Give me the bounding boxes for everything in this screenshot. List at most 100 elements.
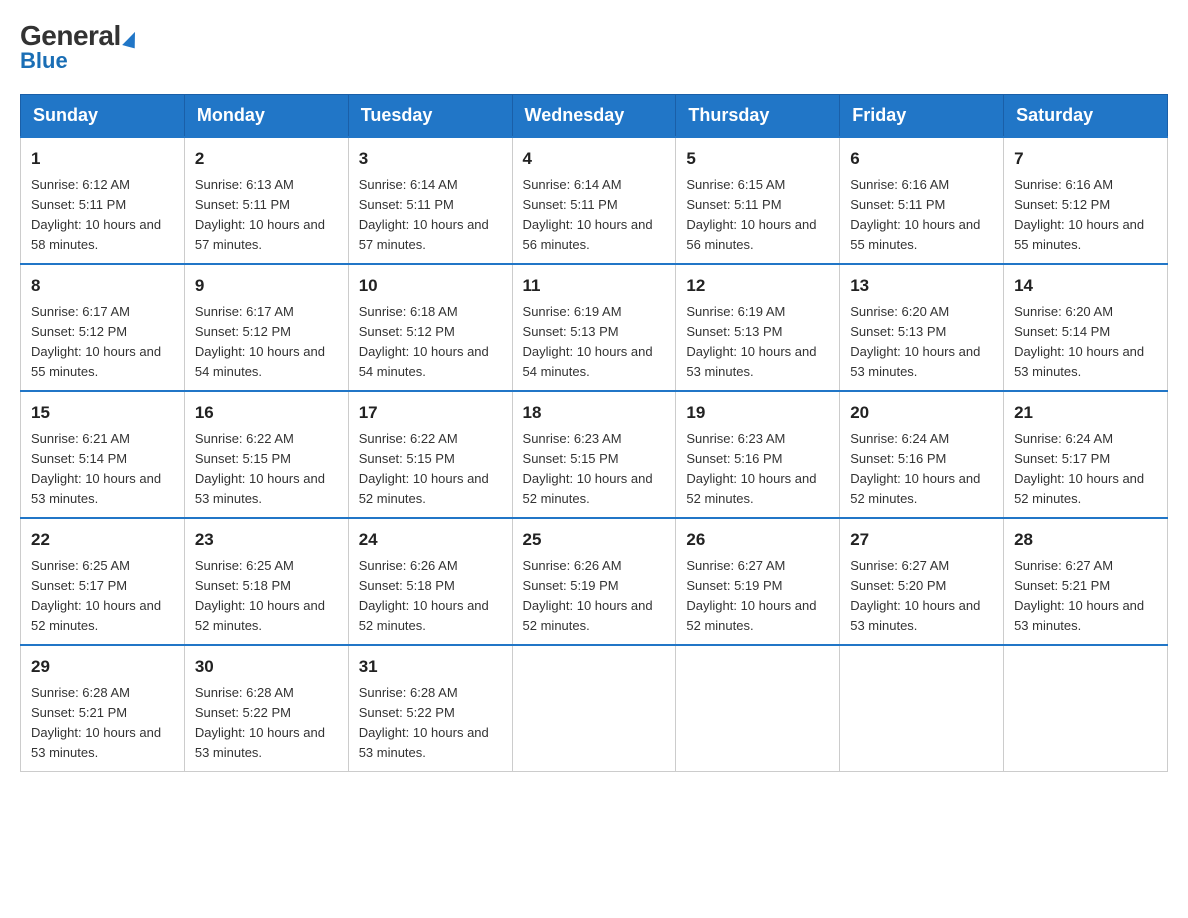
calendar-header-row: SundayMondayTuesdayWednesdayThursdayFrid… xyxy=(21,95,1168,138)
day-header-tuesday: Tuesday xyxy=(348,95,512,138)
calendar-cell: 12 Sunrise: 6:19 AMSunset: 5:13 PMDayligh… xyxy=(676,264,840,391)
day-info: Sunrise: 6:16 AMSunset: 5:12 PMDaylight:… xyxy=(1014,175,1157,256)
day-number: 16 xyxy=(195,400,338,426)
day-info: Sunrise: 6:25 AMSunset: 5:18 PMDaylight:… xyxy=(195,556,338,637)
day-info: Sunrise: 6:27 AMSunset: 5:20 PMDaylight:… xyxy=(850,556,993,637)
calendar-cell: 24Sunrise: 6:26 AMSunset: 5:18 PMDayligh… xyxy=(348,518,512,645)
day-info: Sunrise: 6:20 AMSunset: 5:13 PMDaylight:… xyxy=(850,302,993,383)
calendar-cell: 25 Sunrise: 6:26 AMSunset: 5:19 PMDayligh… xyxy=(512,518,676,645)
day-info: Sunrise: 6:15 AMSunset: 5:11 PMDaylight:… xyxy=(686,175,829,256)
day-number: 24 xyxy=(359,527,502,553)
day-number: 9 xyxy=(195,273,338,299)
calendar-cell: 6 Sunrise: 6:16 AMSunset: 5:11 PMDaylight… xyxy=(840,137,1004,264)
logo-icon xyxy=(122,29,139,48)
day-info: Sunrise: 6:23 AMSunset: 5:15 PMDaylight:… xyxy=(523,429,666,510)
day-number: 7 xyxy=(1014,146,1157,172)
calendar-cell: 13Sunrise: 6:20 AMSunset: 5:13 PMDayligh… xyxy=(840,264,1004,391)
day-info: Sunrise: 6:25 AMSunset: 5:17 PMDaylight:… xyxy=(31,556,174,637)
day-info: Sunrise: 6:16 AMSunset: 5:11 PMDaylight:… xyxy=(850,175,993,256)
calendar-cell: 31Sunrise: 6:28 AMSunset: 5:22 PMDayligh… xyxy=(348,645,512,772)
day-number: 20 xyxy=(850,400,993,426)
calendar-cell: 20 Sunrise: 6:24 AMSunset: 5:16 PMDayligh… xyxy=(840,391,1004,518)
day-info: Sunrise: 6:12 AMSunset: 5:11 PMDaylight:… xyxy=(31,175,174,256)
week-row-3: 15 Sunrise: 6:21 AMSunset: 5:14 PMDayligh… xyxy=(21,391,1168,518)
day-info: Sunrise: 6:20 AMSunset: 5:14 PMDaylight:… xyxy=(1014,302,1157,383)
day-number: 18 xyxy=(523,400,666,426)
calendar-cell: 7 Sunrise: 6:16 AMSunset: 5:12 PMDaylight… xyxy=(1004,137,1168,264)
calendar-cell: 28Sunrise: 6:27 AMSunset: 5:21 PMDayligh… xyxy=(1004,518,1168,645)
logo: General Blue xyxy=(20,20,137,74)
day-info: Sunrise: 6:14 AMSunset: 5:11 PMDaylight:… xyxy=(359,175,502,256)
week-row-1: 1 Sunrise: 6:12 AMSunset: 5:11 PMDaylight… xyxy=(21,137,1168,264)
day-number: 21 xyxy=(1014,400,1157,426)
day-number: 10 xyxy=(359,273,502,299)
day-number: 25 xyxy=(523,527,666,553)
calendar-cell: 19Sunrise: 6:23 AMSunset: 5:16 PMDayligh… xyxy=(676,391,840,518)
day-info: Sunrise: 6:22 AMSunset: 5:15 PMDaylight:… xyxy=(359,429,502,510)
logo-general: General xyxy=(20,20,121,51)
day-number: 17 xyxy=(359,400,502,426)
day-number: 6 xyxy=(850,146,993,172)
day-number: 4 xyxy=(523,146,666,172)
calendar-cell: 27 Sunrise: 6:27 AMSunset: 5:20 PMDayligh… xyxy=(840,518,1004,645)
week-row-2: 8 Sunrise: 6:17 AMSunset: 5:12 PMDaylight… xyxy=(21,264,1168,391)
week-row-4: 22 Sunrise: 6:25 AMSunset: 5:17 PMDayligh… xyxy=(21,518,1168,645)
day-info: Sunrise: 6:19 AMSunset: 5:13 PMDaylight:… xyxy=(523,302,666,383)
calendar-cell: 15 Sunrise: 6:21 AMSunset: 5:14 PMDayligh… xyxy=(21,391,185,518)
day-info: Sunrise: 6:17 AMSunset: 5:12 PMDaylight:… xyxy=(31,302,174,383)
day-number: 30 xyxy=(195,654,338,680)
day-info: Sunrise: 6:28 AMSunset: 5:22 PMDaylight:… xyxy=(195,683,338,764)
day-header-sunday: Sunday xyxy=(21,95,185,138)
day-number: 26 xyxy=(686,527,829,553)
day-info: Sunrise: 6:14 AMSunset: 5:11 PMDaylight:… xyxy=(523,175,666,256)
day-info: Sunrise: 6:27 AMSunset: 5:21 PMDaylight:… xyxy=(1014,556,1157,637)
day-info: Sunrise: 6:24 AMSunset: 5:16 PMDaylight:… xyxy=(850,429,993,510)
day-number: 2 xyxy=(195,146,338,172)
calendar-cell: 23 Sunrise: 6:25 AMSunset: 5:18 PMDayligh… xyxy=(184,518,348,645)
calendar-cell xyxy=(676,645,840,772)
day-number: 14 xyxy=(1014,273,1157,299)
page-header: General Blue xyxy=(20,20,1168,74)
calendar-cell: 2 Sunrise: 6:13 AMSunset: 5:11 PMDaylight… xyxy=(184,137,348,264)
day-info: Sunrise: 6:28 AMSunset: 5:21 PMDaylight:… xyxy=(31,683,174,764)
calendar-cell: 10 Sunrise: 6:18 AMSunset: 5:12 PMDayligh… xyxy=(348,264,512,391)
day-header-wednesday: Wednesday xyxy=(512,95,676,138)
day-info: Sunrise: 6:21 AMSunset: 5:14 PMDaylight:… xyxy=(31,429,174,510)
calendar-cell: 1 Sunrise: 6:12 AMSunset: 5:11 PMDaylight… xyxy=(21,137,185,264)
day-header-monday: Monday xyxy=(184,95,348,138)
day-number: 22 xyxy=(31,527,174,553)
logo-blue: Blue xyxy=(20,48,68,74)
calendar-cell xyxy=(1004,645,1168,772)
calendar-cell: 14 Sunrise: 6:20 AMSunset: 5:14 PMDayligh… xyxy=(1004,264,1168,391)
day-info: Sunrise: 6:19 AMSunset: 5:13 PMDaylight:… xyxy=(686,302,829,383)
calendar-cell: 17 Sunrise: 6:22 AMSunset: 5:15 PMDayligh… xyxy=(348,391,512,518)
calendar-table: SundayMondayTuesdayWednesdayThursdayFrid… xyxy=(20,94,1168,772)
day-info: Sunrise: 6:22 AMSunset: 5:15 PMDaylight:… xyxy=(195,429,338,510)
day-info: Sunrise: 6:13 AMSunset: 5:11 PMDaylight:… xyxy=(195,175,338,256)
day-number: 27 xyxy=(850,527,993,553)
day-number: 12 xyxy=(686,273,829,299)
day-number: 8 xyxy=(31,273,174,299)
calendar-cell: 11Sunrise: 6:19 AMSunset: 5:13 PMDayligh… xyxy=(512,264,676,391)
calendar-cell: 29 Sunrise: 6:28 AMSunset: 5:21 PMDayligh… xyxy=(21,645,185,772)
day-header-saturday: Saturday xyxy=(1004,95,1168,138)
calendar-cell xyxy=(512,645,676,772)
day-info: Sunrise: 6:26 AMSunset: 5:19 PMDaylight:… xyxy=(523,556,666,637)
calendar-cell: 9Sunrise: 6:17 AMSunset: 5:12 PMDaylight… xyxy=(184,264,348,391)
calendar-cell: 30 Sunrise: 6:28 AMSunset: 5:22 PMDayligh… xyxy=(184,645,348,772)
day-number: 29 xyxy=(31,654,174,680)
day-info: Sunrise: 6:18 AMSunset: 5:12 PMDaylight:… xyxy=(359,302,502,383)
day-number: 5 xyxy=(686,146,829,172)
day-info: Sunrise: 6:27 AMSunset: 5:19 PMDaylight:… xyxy=(686,556,829,637)
day-number: 1 xyxy=(31,146,174,172)
day-number: 31 xyxy=(359,654,502,680)
day-number: 3 xyxy=(359,146,502,172)
calendar-cell: 21Sunrise: 6:24 AMSunset: 5:17 PMDayligh… xyxy=(1004,391,1168,518)
day-info: Sunrise: 6:23 AMSunset: 5:16 PMDaylight:… xyxy=(686,429,829,510)
calendar-cell: 3 Sunrise: 6:14 AMSunset: 5:11 PMDaylight… xyxy=(348,137,512,264)
day-header-friday: Friday xyxy=(840,95,1004,138)
day-number: 23 xyxy=(195,527,338,553)
day-number: 15 xyxy=(31,400,174,426)
calendar-cell: 16 Sunrise: 6:22 AMSunset: 5:15 PMDayligh… xyxy=(184,391,348,518)
calendar-cell: 4 Sunrise: 6:14 AMSunset: 5:11 PMDaylight… xyxy=(512,137,676,264)
